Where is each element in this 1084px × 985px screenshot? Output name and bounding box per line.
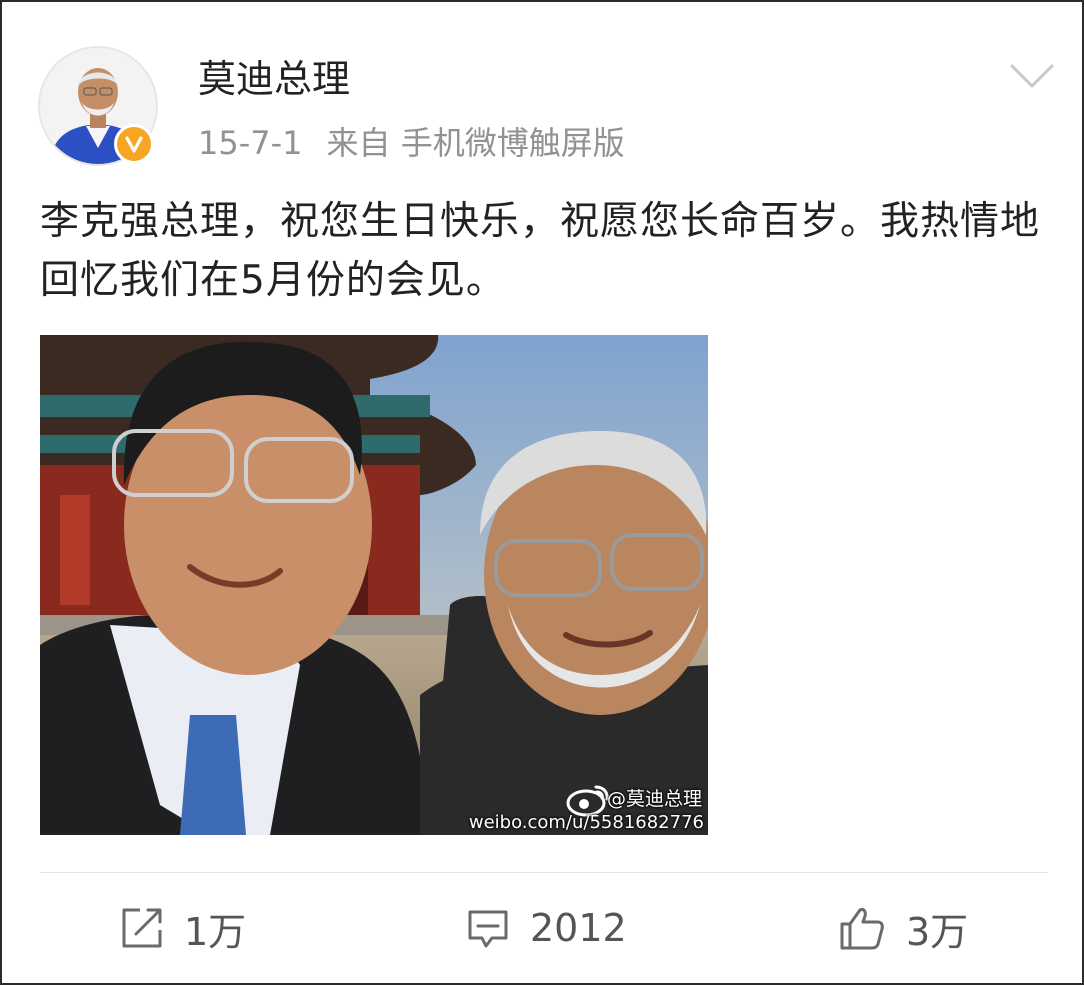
weibo-post-card: 莫迪总理 15-7-1 来自 手机微博触屏版 李克强总理，祝您生日快乐，祝愿您长命… (0, 0, 1084, 985)
repost-icon (122, 908, 162, 948)
like-count: 3万 (906, 909, 969, 954)
selfie-photo (40, 335, 708, 835)
like-button[interactable]: 3万 (838, 898, 968, 958)
comment-button[interactable]: 2012 (466, 898, 627, 958)
post-text: 李克强总理，祝您生日快乐，祝愿您长命百岁。我热情地回忆我们在5月份的会见。 (40, 199, 1041, 303)
post-source[interactable]: 来自 手机微博触屏版 (327, 124, 625, 162)
like-icon (840, 908, 884, 950)
comment-count: 2012 (530, 906, 627, 950)
repost-button[interactable]: 1万 (120, 898, 246, 958)
repost-count: 1万 (184, 909, 247, 954)
post-meta: 15-7-1 来自 手机微博触屏版 (198, 120, 625, 166)
divider (40, 872, 1048, 873)
verified-v-icon (114, 124, 154, 164)
watermark-handle: @莫迪总理 (606, 788, 702, 810)
post-date: 15-7-1 (198, 124, 303, 162)
chevron-down-icon[interactable] (1008, 60, 1056, 92)
watermark-url: weibo.com/u/5581682776 (468, 812, 704, 833)
comment-icon (468, 910, 508, 948)
post-image[interactable]: @莫迪总理 weibo.com/u/5581682776 (40, 335, 708, 835)
author-name[interactable]: 莫迪总理 (198, 54, 350, 104)
